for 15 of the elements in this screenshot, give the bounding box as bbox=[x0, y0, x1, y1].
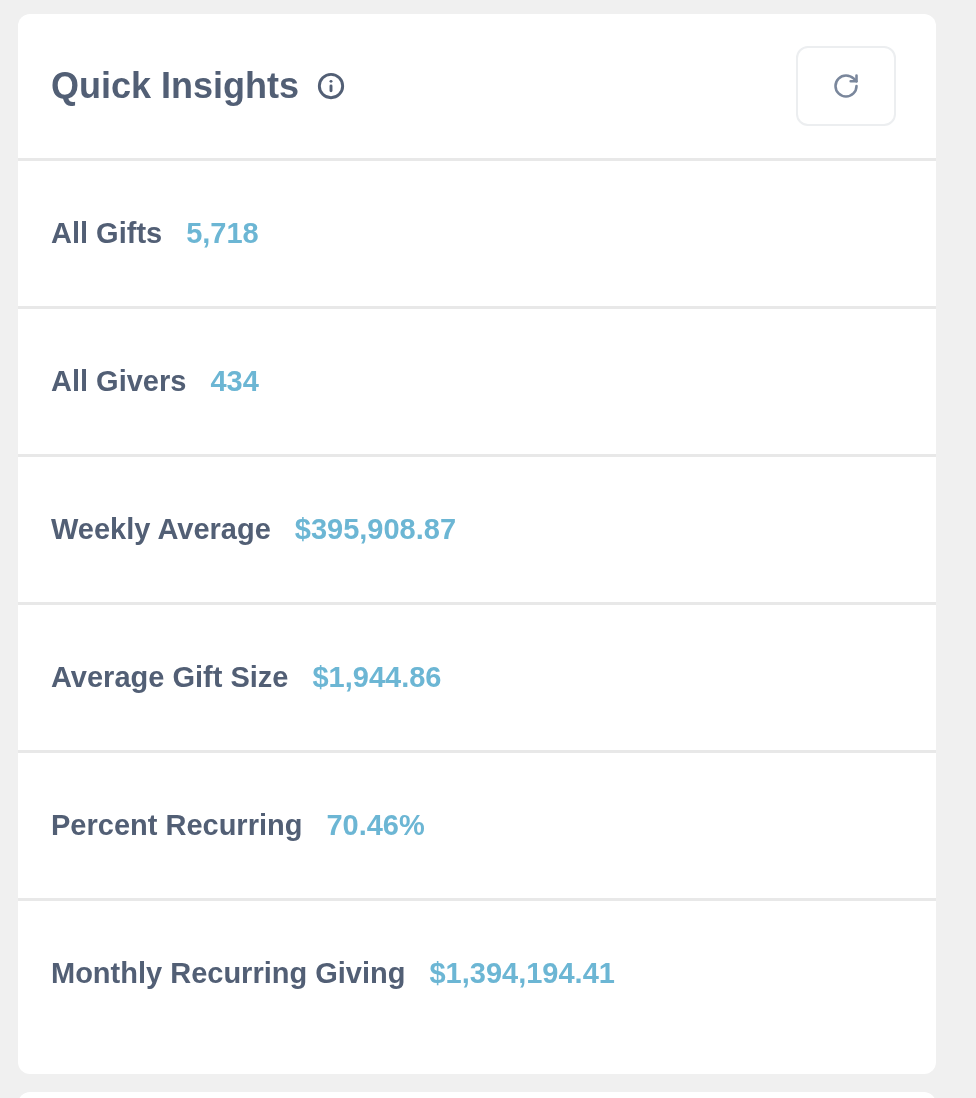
insight-label: Percent Recurring bbox=[51, 807, 303, 843]
insight-label: Weekly Average bbox=[51, 511, 271, 547]
insight-value: $1,394,194.41 bbox=[429, 955, 615, 991]
info-icon[interactable] bbox=[317, 72, 346, 100]
insight-label: Monthly Recurring Giving bbox=[51, 955, 406, 991]
insight-value: 70.46% bbox=[326, 807, 425, 843]
insight-label: All Givers bbox=[51, 363, 187, 399]
card-title: Quick Insights bbox=[51, 64, 300, 108]
insight-value: $395,908.87 bbox=[294, 511, 457, 547]
insight-label: All Gifts bbox=[51, 215, 163, 251]
insight-value: $1,944.86 bbox=[312, 659, 442, 695]
insight-value: 434 bbox=[210, 363, 259, 399]
insight-value: 5,718 bbox=[186, 215, 259, 251]
insight-label: Average Gift Size bbox=[51, 659, 289, 695]
refresh-icon bbox=[832, 72, 860, 100]
